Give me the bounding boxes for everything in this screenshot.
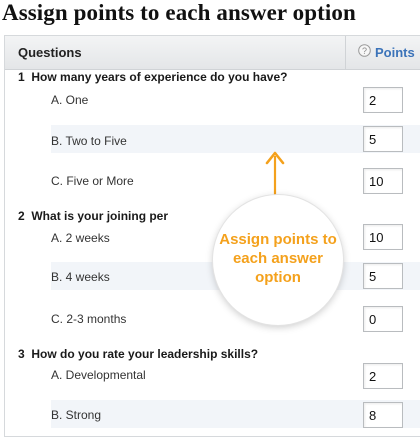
svg-text:?: ? [362, 46, 367, 56]
points-input[interactable]: 10 [363, 224, 403, 250]
table-header: Questions ? Points [5, 36, 420, 70]
option-label: B. Two to Five [51, 134, 127, 148]
question-number: 1 [18, 70, 25, 84]
points-column-header: Points [375, 45, 415, 60]
points-input[interactable]: 10 [363, 168, 403, 194]
option-label: A. Developmental [51, 368, 146, 382]
question-text: What is your joining per [31, 209, 168, 223]
option-label: C. Five or More [51, 174, 134, 188]
question-2: 2 What is your joining per [18, 209, 168, 223]
question-number: 2 [18, 209, 25, 223]
question-number: 3 [18, 347, 25, 361]
points-input[interactable]: 5 [363, 126, 403, 152]
questions-column-header: Questions [18, 45, 82, 60]
option-label: C. 2-3 months [51, 312, 127, 326]
question-text: How do you rate your leadership skills? [31, 347, 259, 361]
arrow-up-icon [265, 151, 285, 196]
question-text: How many years of experience do you have… [31, 70, 288, 84]
header-divider [345, 36, 346, 69]
question-circle-icon[interactable]: ? [358, 44, 371, 57]
option-label: B. 4 weeks [51, 270, 110, 284]
points-input[interactable]: 2 [363, 87, 403, 113]
question-1: 1 How many years of experience do you ha… [18, 70, 287, 84]
questions-panel: Questions ? Points 1 How many years of e… [4, 35, 420, 437]
points-input[interactable]: 5 [363, 263, 403, 289]
option-label: A. One [51, 93, 89, 107]
question-3: 3 How do you rate your leadership skills… [18, 347, 258, 361]
points-input[interactable]: 0 [363, 306, 403, 332]
points-input[interactable]: 8 [363, 402, 403, 428]
page-title: Assign points to each answer option [2, 0, 356, 25]
callout-text: Assign points to each answer option [219, 231, 337, 286]
option-label: A. 2 weeks [51, 231, 110, 245]
points-input[interactable]: 2 [363, 363, 403, 389]
option-label: B. Strong [51, 408, 102, 422]
